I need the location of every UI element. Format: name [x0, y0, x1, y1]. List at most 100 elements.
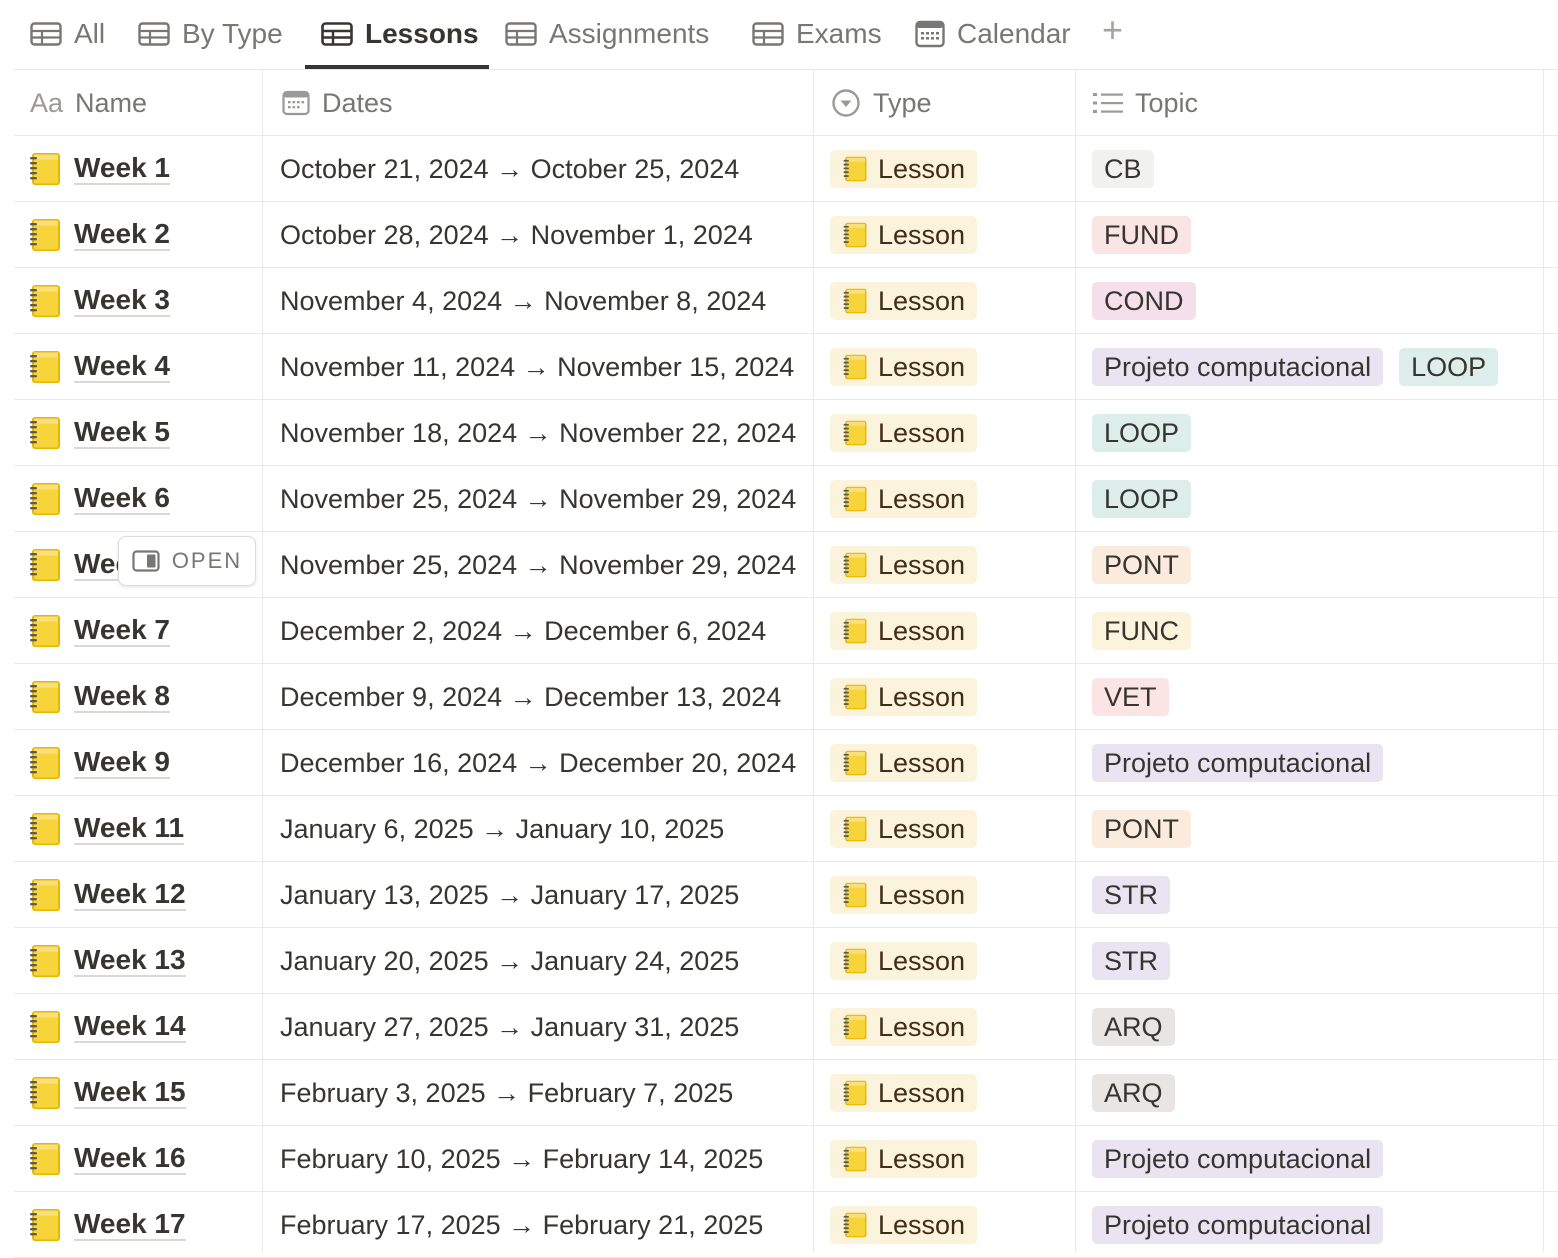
page-title-link[interactable]: Week 12 — [74, 879, 186, 911]
type-cell[interactable]: Lesson — [830, 862, 1070, 928]
topic-tag[interactable]: FUNC — [1092, 612, 1191, 650]
table-row[interactable]: Week 4 November 11, 2024 → November 15, … — [0, 334, 1558, 400]
name-cell[interactable]: Week 3 — [28, 268, 260, 334]
table-row[interactable]: Week 11 January 6, 2025 → January 10, 20… — [0, 796, 1558, 862]
dates-cell[interactable]: January 20, 2025 → January 24, 2025 — [280, 928, 813, 994]
table-row[interactable]: Week 9 December 16, 2024 → December 20, … — [0, 730, 1558, 796]
page-title-link[interactable]: Week 1 — [74, 153, 170, 185]
topic-cell[interactable]: ARQ — [1092, 994, 1542, 1060]
table-row[interactable]: Week 14 January 27, 2025 → January 31, 2… — [0, 994, 1558, 1060]
type-cell[interactable]: Lesson — [830, 1192, 1070, 1258]
dates-cell[interactable]: February 10, 2025 → February 14, 2025 — [280, 1126, 813, 1192]
type-tag[interactable]: Lesson — [830, 678, 978, 716]
type-tag[interactable]: Lesson — [830, 348, 978, 386]
page-title-link[interactable]: Week 2 — [74, 219, 170, 251]
type-cell[interactable]: Lesson — [830, 466, 1070, 532]
name-cell[interactable]: Week 14 — [28, 994, 260, 1060]
table-row[interactable]: Week 5 November 18, 2024 → November 22, … — [0, 400, 1558, 466]
type-tag[interactable]: Lesson — [830, 480, 978, 518]
dates-cell[interactable]: November 11, 2024 → November 15, 2024 — [280, 334, 813, 400]
dates-cell[interactable]: February 3, 2025 → February 7, 2025 — [280, 1060, 813, 1126]
page-title-link[interactable]: Week 6 — [74, 483, 170, 515]
page-title-link[interactable]: Week 3 — [74, 285, 170, 317]
topic-cell[interactable]: PONT — [1092, 532, 1542, 598]
type-cell[interactable]: Lesson — [830, 598, 1070, 664]
dates-cell[interactable]: November 4, 2024 → November 8, 2024 — [280, 268, 813, 334]
type-cell[interactable]: Lesson — [830, 730, 1070, 796]
tab-calendar[interactable]: Calendar — [915, 0, 1071, 68]
page-title-link[interactable]: Week 15 — [74, 1077, 186, 1109]
table-row[interactable]: Week 8 December 9, 2024 → December 13, 2… — [0, 664, 1558, 730]
type-cell[interactable]: Lesson — [830, 268, 1070, 334]
topic-cell[interactable]: CB — [1092, 136, 1542, 202]
page-title-link[interactable]: Week 16 — [74, 1143, 186, 1175]
add-view-button[interactable]: + — [1102, 12, 1123, 48]
table-row[interactable]: Week 15 February 3, 2025 → February 7, 2… — [0, 1060, 1558, 1126]
table-row[interactable]: Week 17 February 17, 2025 → February 21,… — [0, 1192, 1558, 1258]
name-cell[interactable]: Week 2 — [28, 202, 260, 268]
table-row[interactable]: Week 12 January 13, 2025 → January 17, 2… — [0, 862, 1558, 928]
type-cell[interactable]: Lesson — [830, 334, 1070, 400]
topic-cell[interactable]: Projeto computacional LOOP — [1092, 334, 1542, 400]
column-header-topic[interactable]: Topic — [1093, 70, 1198, 136]
page-title-link[interactable]: Week 14 — [74, 1011, 186, 1043]
topic-cell[interactable]: COND — [1092, 268, 1542, 334]
type-tag[interactable]: Lesson — [830, 1008, 978, 1046]
name-cell[interactable]: Week 13 — [28, 928, 260, 994]
dates-cell[interactable]: January 6, 2025 → January 10, 2025 — [280, 796, 813, 862]
topic-cell[interactable]: LOOP — [1092, 400, 1542, 466]
type-tag[interactable]: Lesson — [830, 546, 978, 584]
name-cell[interactable]: Week 8 — [28, 664, 260, 730]
type-tag[interactable]: Lesson — [830, 1074, 978, 1112]
topic-tag[interactable]: CB — [1092, 150, 1154, 188]
type-tag[interactable]: Lesson — [830, 150, 978, 188]
topic-tag[interactable]: Projeto computacional — [1092, 744, 1384, 782]
name-cell[interactable]: Week 9 — [28, 730, 260, 796]
type-tag[interactable]: Lesson — [830, 1140, 978, 1178]
name-cell[interactable]: Week 11 — [28, 796, 260, 862]
name-cell[interactable]: Week 5 — [28, 400, 260, 466]
topic-cell[interactable]: FUNC — [1092, 598, 1542, 664]
topic-tag[interactable]: COND — [1092, 282, 1196, 320]
column-header-dates[interactable]: Dates — [282, 70, 393, 136]
name-cell[interactable]: Week 16 — [28, 1126, 260, 1192]
topic-tag[interactable]: STR — [1092, 942, 1170, 980]
table-row[interactable]: Week 1 October 21, 2024 → October 25, 20… — [0, 136, 1558, 202]
dates-cell[interactable]: February 17, 2025 → February 21, 2025 — [280, 1192, 813, 1258]
page-title-link[interactable]: Week 8 — [74, 681, 170, 713]
type-cell[interactable]: Lesson — [830, 664, 1070, 730]
type-tag[interactable]: Lesson — [830, 810, 978, 848]
topic-tag[interactable]: PONT — [1092, 546, 1192, 584]
topic-cell[interactable]: FUND — [1092, 202, 1542, 268]
type-cell[interactable]: Lesson — [830, 136, 1070, 202]
page-title-link[interactable]: Week 13 — [74, 945, 186, 977]
type-cell[interactable]: Lesson — [830, 994, 1070, 1060]
topic-tag[interactable]: LOOP — [1092, 414, 1192, 452]
type-tag[interactable]: Lesson — [830, 414, 978, 452]
name-cell[interactable]: Week 7 — [28, 598, 260, 664]
topic-tag[interactable]: VET — [1092, 678, 1169, 716]
page-title-link[interactable]: Week 5 — [74, 417, 170, 449]
page-title-link[interactable]: Week 9 — [74, 747, 170, 779]
topic-cell[interactable]: Projeto computacional — [1092, 1126, 1542, 1192]
tab-assignments[interactable]: Assignments — [505, 0, 709, 68]
dates-cell[interactable]: October 28, 2024 → November 1, 2024 — [280, 202, 813, 268]
topic-tag[interactable]: LOOP — [1092, 480, 1192, 518]
table-row[interactable]: Week 6 November 25, 2024 → November 29, … — [0, 466, 1558, 532]
topic-cell[interactable]: VET — [1092, 664, 1542, 730]
name-cell[interactable]: Week 6 — [28, 466, 260, 532]
topic-tag[interactable]: PONT — [1092, 810, 1192, 848]
dates-cell[interactable]: November 25, 2024 → November 29, 2024 — [280, 466, 813, 532]
topic-tag[interactable]: Projeto computacional — [1092, 348, 1384, 386]
column-header-name[interactable]: Aa Name — [30, 70, 147, 136]
type-cell[interactable]: Lesson — [830, 928, 1070, 994]
topic-cell[interactable]: Projeto computacional — [1092, 1192, 1542, 1258]
table-row[interactable]: Week 7 December 2, 2024 → December 6, 20… — [0, 598, 1558, 664]
type-cell[interactable]: Lesson — [830, 202, 1070, 268]
type-cell[interactable]: Lesson — [830, 532, 1070, 598]
topic-cell[interactable]: PONT — [1092, 796, 1542, 862]
type-cell[interactable]: Lesson — [830, 796, 1070, 862]
dates-cell[interactable]: October 21, 2024 → October 25, 2024 — [280, 136, 813, 202]
name-cell[interactable]: Week 4 — [28, 334, 260, 400]
dates-cell[interactable]: January 13, 2025 → January 17, 2025 — [280, 862, 813, 928]
